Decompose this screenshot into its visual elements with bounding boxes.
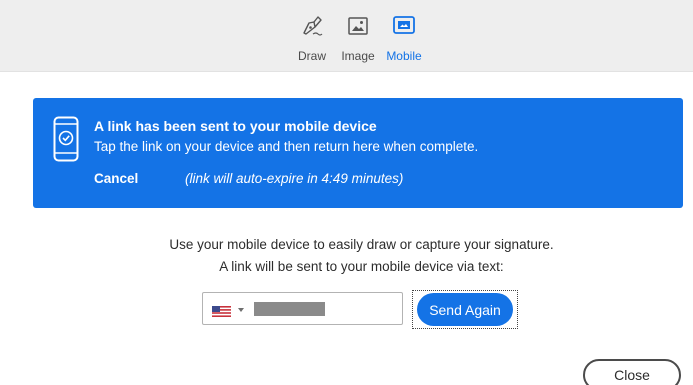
signature-dialog: Draw Image Mobile A link has been sent t…	[0, 0, 693, 385]
send-again-focus-ring: Send Again	[412, 290, 518, 329]
chevron-down-icon[interactable]	[238, 308, 244, 312]
tab-mobile-label: Mobile	[386, 49, 422, 63]
send-again-button[interactable]: Send Again	[417, 293, 513, 326]
phone-check-icon	[53, 116, 79, 167]
signature-method-tabs: Draw Image Mobile	[289, 14, 427, 63]
banner-subtitle: Tap the link on your device and then ret…	[94, 139, 479, 154]
instruction-line-1: Use your mobile device to easily draw or…	[169, 237, 554, 252]
expire-countdown: (link will auto-expire in 4:49 minutes)	[185, 171, 404, 186]
pen-nib-icon	[300, 14, 324, 38]
cancel-link[interactable]: Cancel	[94, 171, 138, 187]
tab-image-label: Image	[341, 49, 375, 63]
link-sent-banner: A link has been sent to your mobile devi…	[33, 98, 683, 208]
tab-image[interactable]: Image	[335, 14, 381, 63]
mobile-icon	[392, 14, 416, 38]
instruction-line-2: A link will be sent to your mobile devic…	[219, 259, 504, 274]
image-icon	[346, 14, 370, 38]
tab-mobile[interactable]: Mobile	[381, 14, 427, 63]
us-flag-icon[interactable]	[212, 304, 231, 317]
tab-draw[interactable]: Draw	[289, 14, 335, 63]
banner-title: A link has been sent to your mobile devi…	[94, 118, 377, 134]
signature-method-tabbar: Draw Image Mobile	[0, 0, 693, 72]
masked-phone-number	[254, 302, 325, 316]
tab-draw-label: Draw	[297, 49, 326, 63]
phone-number-field[interactable]	[202, 292, 403, 325]
close-button[interactable]: Close	[583, 359, 681, 385]
